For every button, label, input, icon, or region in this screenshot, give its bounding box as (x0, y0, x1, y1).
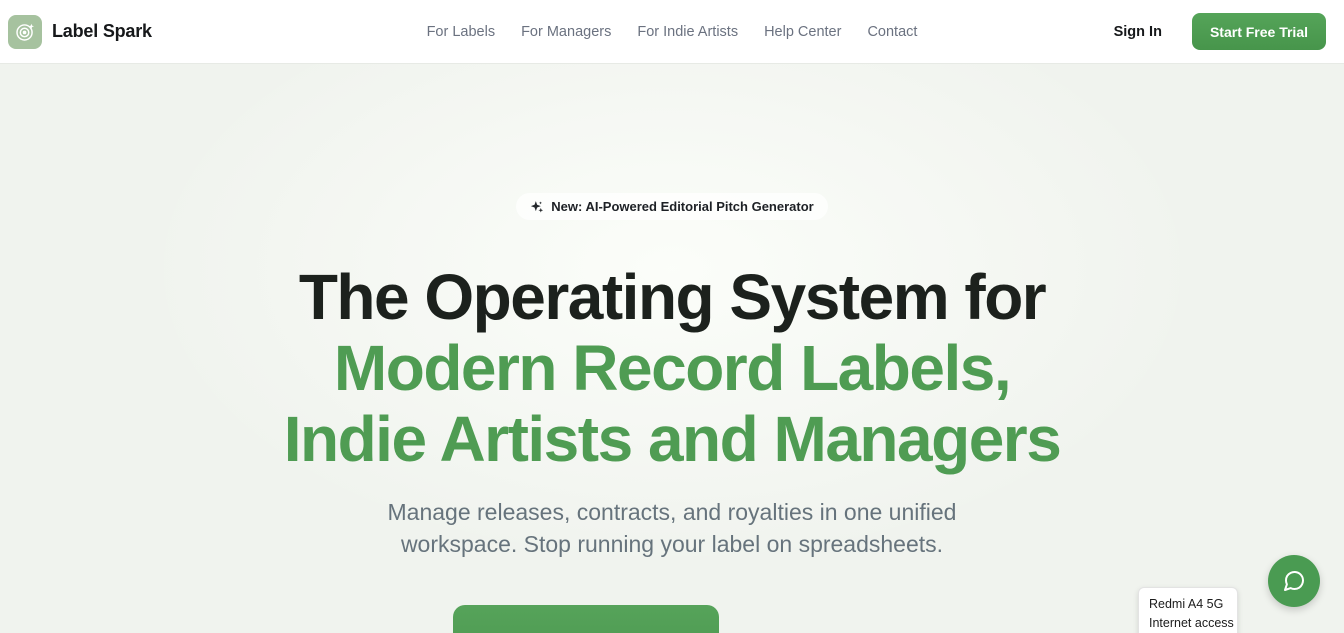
network-status-tooltip: Redmi A4 5G Internet access (1138, 587, 1238, 633)
vinyl-record-logo-icon (8, 15, 42, 49)
badge-label: New: AI-Powered Editorial Pitch Generato… (551, 199, 813, 214)
message-circle-icon (1282, 569, 1306, 593)
hero-title-line2: Modern Record Labels, (334, 332, 1010, 404)
sparkles-icon (530, 200, 544, 214)
nav-link-for-labels[interactable]: For Labels (427, 24, 496, 40)
hero-primary-cta-button[interactable] (453, 605, 719, 633)
hero-title-line1: The Operating System for (299, 261, 1045, 333)
network-status: Internet access (1149, 614, 1227, 633)
nav-link-for-indie-artists[interactable]: For Indie Artists (637, 24, 738, 40)
auth-actions: Sign In Start Free Trial (1114, 13, 1326, 50)
hero-subtitle-line2: workspace. Stop running your label on sp… (401, 531, 943, 557)
brand-name: Label Spark (52, 21, 152, 42)
nav-link-contact[interactable]: Contact (867, 24, 917, 40)
hero-title: The Operating System for Modern Record L… (0, 262, 1344, 475)
hero-subtitle-line1: Manage releases, contracts, and royaltie… (388, 499, 957, 525)
network-name: Redmi A4 5G (1149, 595, 1227, 614)
start-free-trial-button[interactable]: Start Free Trial (1192, 13, 1326, 50)
hero-title-line3: Indie Artists and Managers (284, 403, 1061, 475)
new-feature-badge[interactable]: New: AI-Powered Editorial Pitch Generato… (516, 193, 827, 220)
nav-link-for-managers[interactable]: For Managers (521, 24, 611, 40)
header: Label Spark For Labels For Managers For … (0, 0, 1344, 64)
brand[interactable]: Label Spark (8, 15, 152, 49)
sign-in-link[interactable]: Sign In (1114, 24, 1162, 40)
nav-link-help-center[interactable]: Help Center (764, 24, 841, 40)
hero-subtitle: Manage releases, contracts, and royaltie… (0, 496, 1344, 560)
hero-section: New: AI-Powered Editorial Pitch Generato… (0, 64, 1344, 633)
chat-widget-button[interactable] (1268, 555, 1320, 607)
